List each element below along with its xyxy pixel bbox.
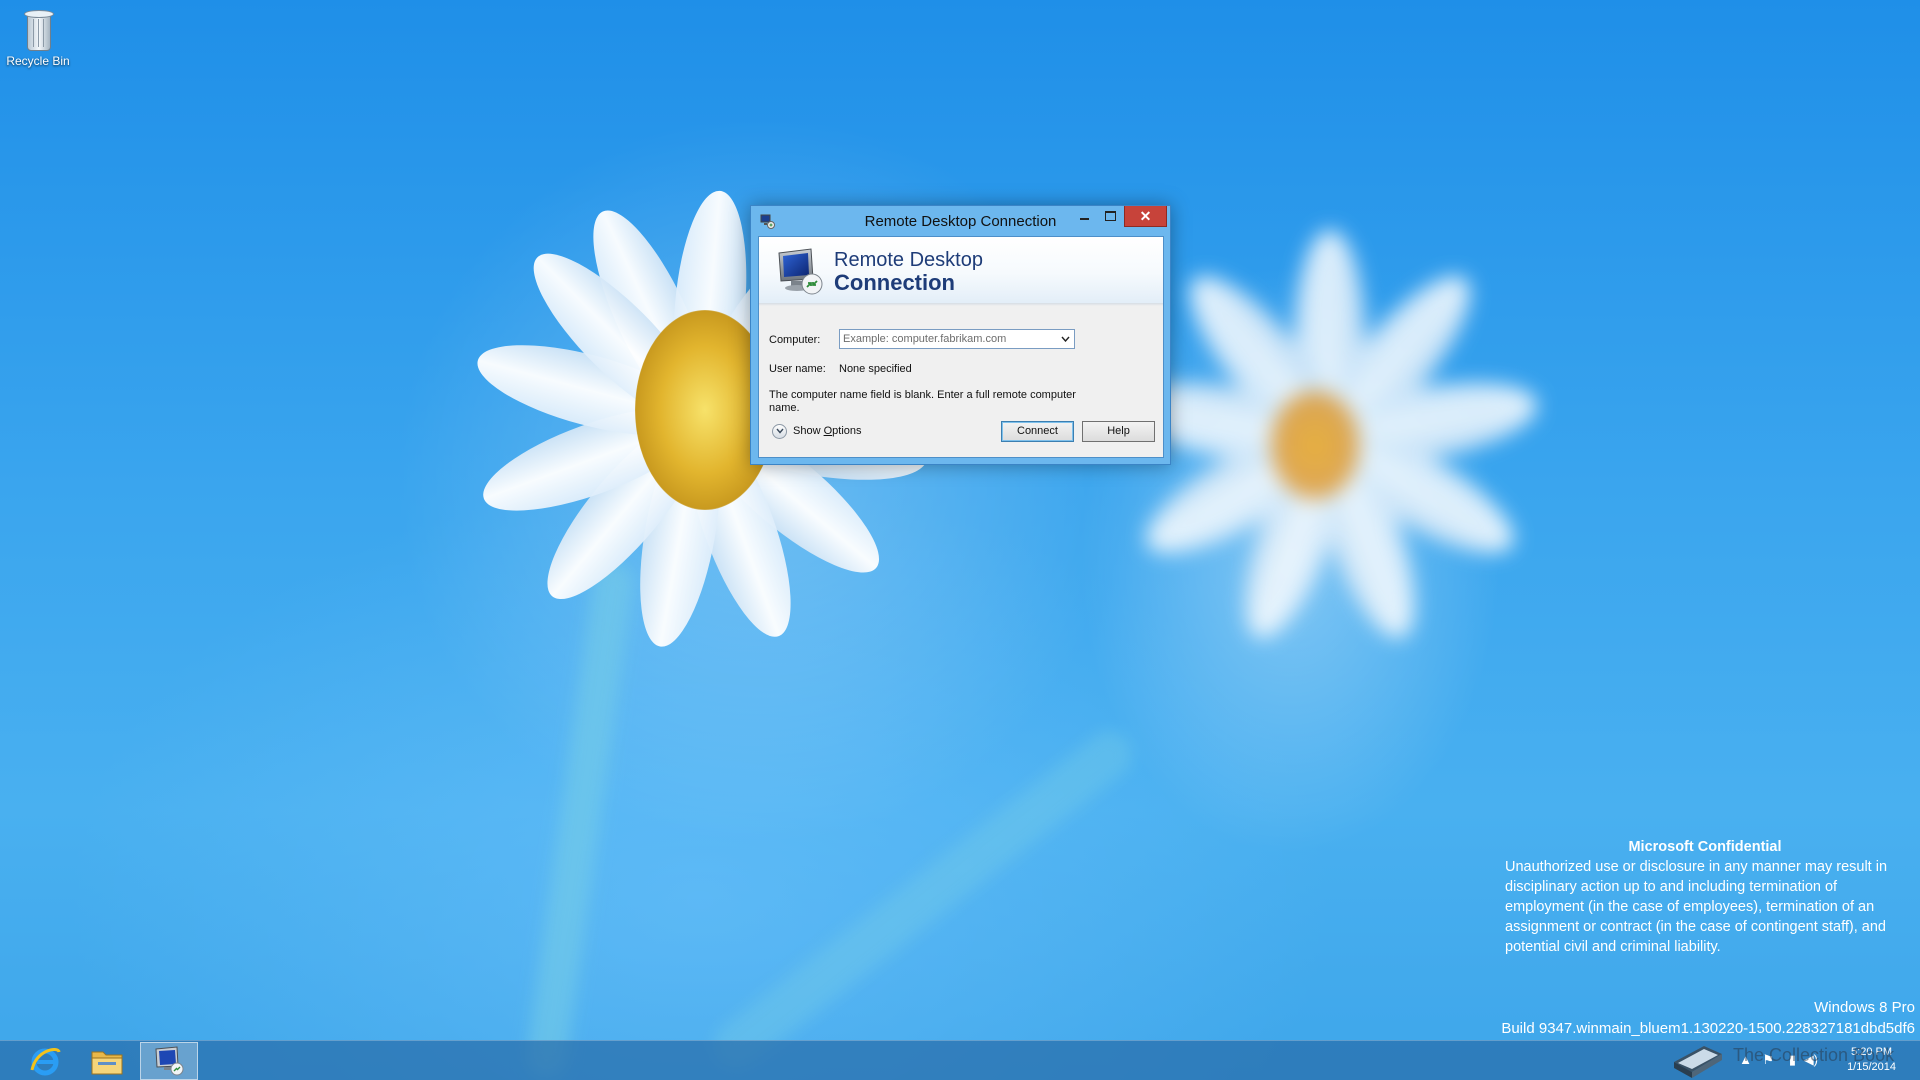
remote-desktop-dialog: Remote Desktop Connection ✕ Remote Deskt… <box>750 205 1171 465</box>
title-bar[interactable]: Remote Desktop Connection ✕ <box>751 206 1170 236</box>
dialog-client-area: Remote Desktop Connection Computer: User… <box>758 236 1164 458</box>
expand-options-icon <box>772 423 787 439</box>
windows-edition: Windows 8 Pro <box>1814 999 1915 1016</box>
taskbar-item-internet-explorer[interactable] <box>16 1042 74 1080</box>
dropdown-arrow-button[interactable] <box>1057 331 1073 347</box>
wallpaper-flower-daisy <box>468 187 933 653</box>
remote-desktop-icon <box>155 1046 184 1076</box>
close-icon: ✕ <box>1139 208 1152 224</box>
book-watermark-icon <box>1674 1046 1722 1078</box>
confidential-notice: Microsoft Confidential Unauthorized use … <box>1505 837 1905 957</box>
wallpaper-stem <box>703 721 1143 1079</box>
banner-divider <box>759 303 1163 306</box>
file-explorer-icon <box>91 1051 123 1075</box>
username-label: User name: <box>769 363 826 375</box>
internet-explorer-icon <box>30 1047 61 1076</box>
confidential-title: Microsoft Confidential <box>1628 839 1782 855</box>
computer-combobox[interactable] <box>839 329 1075 349</box>
taskbar-item-remote-desktop[interactable] <box>140 1042 198 1080</box>
minimize-button[interactable] <box>1072 206 1096 226</box>
remote-desktop-logo-icon <box>778 248 823 295</box>
wallpaper-flower-blurred <box>1117 230 1543 650</box>
username-value: None specified <box>839 363 912 375</box>
minimize-icon <box>1079 218 1089 220</box>
validation-message: The computer name field is blank. Enter … <box>769 389 1076 414</box>
watermark-text: The Collection Book <box>1733 1045 1895 1065</box>
close-button[interactable]: ✕ <box>1124 206 1167 227</box>
banner-title-line1: Remote Desktop <box>834 249 983 271</box>
banner-title-line2: Connection <box>834 270 955 295</box>
connect-button[interactable]: Connect <box>1001 421 1074 442</box>
dialog-banner: Remote Desktop Connection <box>759 237 1163 304</box>
maximize-button[interactable] <box>1098 206 1122 226</box>
desktop-icon-label: Recycle Bin <box>6 54 70 68</box>
show-options-toggle[interactable]: Show Options <box>772 421 862 441</box>
wallpaper-stem <box>524 559 636 1080</box>
desktop: Recycle Bin Microsoft Confidential Unaut… <box>0 0 1920 1080</box>
computer-input[interactable] <box>840 330 1058 348</box>
taskbar: ▲ ⚑ ▮ ◀) 5:20 PM 1/15/2014 <box>0 1040 1920 1080</box>
desktop-icon-recycle-bin[interactable]: Recycle Bin <box>4 4 72 68</box>
build-string: Build 9347.winmain_bluem1.130220-1500.22… <box>1501 1020 1915 1037</box>
help-button[interactable]: Help <box>1082 421 1155 442</box>
confidential-body: Unauthorized use or disclosure in any ma… <box>1505 859 1888 955</box>
build-info: Windows 8 Pro Build 9347.winmain_bluem1.… <box>1355 997 1915 1039</box>
recycle-bin-icon <box>22 8 54 52</box>
show-options-label: Show Options <box>793 425 862 437</box>
chevron-down-icon <box>1060 336 1070 342</box>
taskbar-item-file-explorer[interactable] <box>78 1042 136 1080</box>
computer-label: Computer: <box>769 334 821 346</box>
maximize-icon <box>1104 211 1116 221</box>
